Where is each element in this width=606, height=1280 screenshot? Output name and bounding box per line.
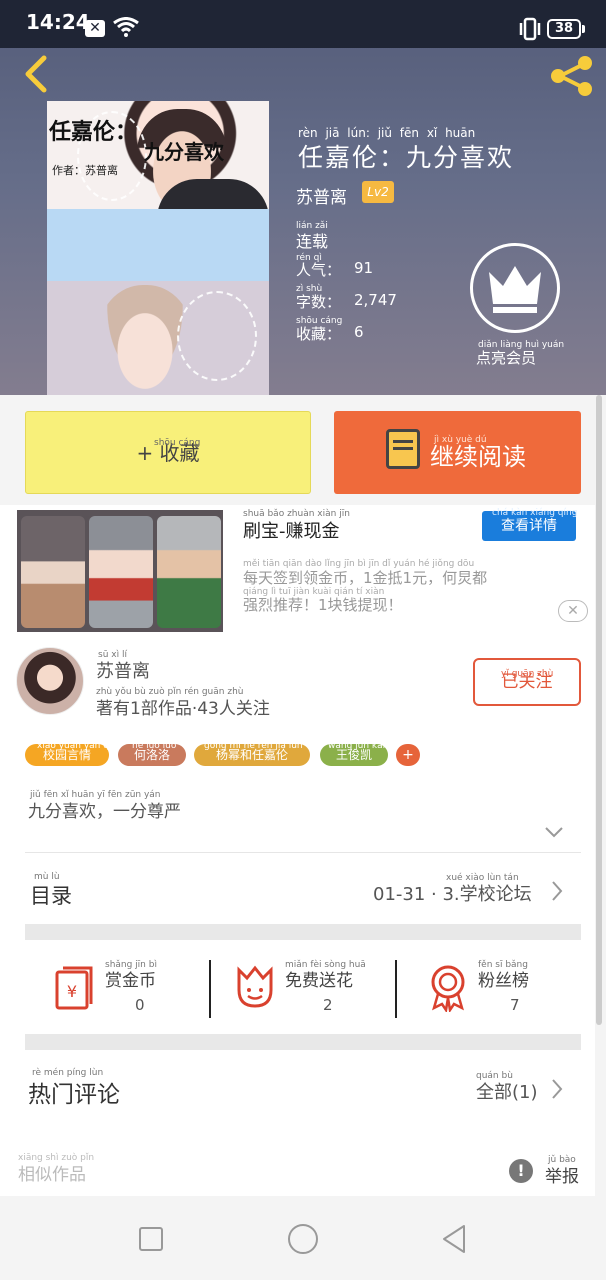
cover-author: 作者：苏普离: [52, 164, 118, 177]
catalog-latest-chapter[interactable]: 01-31 · 3.学校论坛: [373, 880, 532, 906]
vip-crown-button[interactable]: [470, 243, 560, 333]
chevron-right-icon[interactable]: [550, 1078, 564, 1100]
all-comments-link[interactable]: 全部(1): [476, 1078, 538, 1104]
tag-item[interactable]: xiào yuán yán qíng 校园言情: [25, 741, 123, 766]
book-status: 连载: [296, 232, 329, 251]
book-intro: 九分喜欢，一分尊严: [28, 802, 181, 822]
ad-detail-pinyin: chá kàn xiáng qíng: [492, 508, 578, 518]
ad-title: 刷宝-赚现金: [243, 521, 340, 542]
hot-comments-title: 热门评论: [28, 1082, 120, 1108]
words-row: 字数： 2,747: [296, 291, 397, 312]
share-icon[interactable]: [548, 56, 596, 96]
ad-desc-line-2: 强烈推荐！1块钱提现！: [243, 596, 403, 614]
tag-item[interactable]: gōng mì hé rèn jiā lún 杨幂和任嘉伦: [194, 741, 310, 766]
back-icon[interactable]: [440, 1224, 468, 1254]
free-flower-button[interactable]: miǎn fèi sòng huā 免费送花 2: [205, 960, 385, 1030]
ad-image[interactable]: [17, 510, 223, 632]
popularity-label: 人气：: [296, 261, 342, 279]
home-icon[interactable]: [287, 1223, 319, 1255]
ad-tile-2: [89, 516, 153, 628]
ad-tile-3: [157, 516, 221, 628]
support-label: 免费送花: [285, 971, 353, 991]
popularity-row: 人气： 91: [296, 259, 373, 280]
book-detail-page: 14:24 ✕ 38 任嘉伦： 九分喜欢 作者：苏普离 rèn jiā lún:…: [0, 0, 606, 1280]
favorites-label: 收藏：: [296, 325, 342, 343]
status-time: 14:24: [26, 10, 90, 34]
book-title: 任嘉伦：九分喜欢: [298, 143, 515, 172]
wifi-icon: [113, 17, 139, 37]
ad-description: měi tiān qiān dào lǐng jīn bì jīn dǐ yuá…: [243, 559, 583, 619]
reward-coins-button[interactable]: ¥ shǎng jīn bì 赏金币 0: [25, 960, 205, 1030]
read-label: 继续阅读: [430, 443, 526, 471]
ad-detail-label: 查看详情: [501, 518, 557, 534]
tag-item[interactable]: wáng jùn kǎi 王俊凯: [320, 741, 388, 766]
follow-pinyin: yǐ guān zhù: [501, 669, 554, 679]
tag-pinyin: xiào yuán yán qíng: [37, 741, 123, 751]
divider: [25, 852, 581, 853]
system-nav-bar: [0, 1196, 606, 1280]
support-label: 赏金币: [105, 971, 156, 991]
battery-tip: [582, 25, 585, 33]
coin-envelope-icon: ¥: [55, 966, 93, 1010]
book-icon: [386, 429, 420, 469]
divider: [395, 960, 397, 1018]
svg-text:¥: ¥: [67, 982, 77, 1001]
catalog-label[interactable]: 目录: [30, 880, 72, 910]
ad-banner[interactable]: shuā bǎo zhuàn xiàn jīn 刷宝-赚现金 chá kàn x…: [0, 505, 595, 640]
support-count: 0: [135, 996, 145, 1014]
ad-tile-1: [21, 516, 85, 628]
author-name[interactable]: 苏普离: [96, 657, 150, 683]
cover-dash-bottom: [177, 291, 257, 381]
tag-item[interactable]: hé luò luò 何洛洛: [118, 741, 186, 766]
tag-pinyin: wáng jùn kǎi: [328, 741, 386, 751]
tag-pinyin: gōng mì hé rèn jiā lún: [204, 741, 303, 751]
fan-ranking-button[interactable]: fěn sī bǎng 粉丝榜 7: [398, 960, 578, 1030]
cover-title-band: [47, 209, 269, 281]
cover-title-line-2: 九分喜欢: [144, 140, 224, 164]
report-link[interactable]: 举报: [545, 1162, 579, 1187]
recent-apps-icon[interactable]: [138, 1226, 164, 1252]
ad-desc-pinyin-1: měi tiān qiān dào lǐng jīn bì jīn dǐ yuá…: [243, 559, 475, 569]
notification-icon: ✕: [85, 20, 105, 37]
status-bar: 14:24 ✕ 38: [0, 0, 606, 48]
author-info: 著有1部作品·43人关注: [96, 699, 270, 719]
report-icon[interactable]: !: [509, 1159, 533, 1183]
favorites-value: 6: [354, 323, 364, 341]
follow-button[interactable]: yǐ guān zhù 已关注: [473, 658, 581, 706]
add-tag-button[interactable]: +: [396, 744, 420, 766]
words-value: 2,747: [354, 291, 397, 309]
flower-icon: [237, 965, 273, 1008]
section-separator: [25, 924, 581, 940]
chevron-right-icon[interactable]: [550, 880, 564, 902]
ad-desc-line-1: 每天签到领金币，1金抵1元，何炅都: [243, 569, 488, 587]
chevron-down-icon[interactable]: [544, 825, 564, 839]
related-works-title: 相似作品: [18, 1165, 86, 1185]
words-label: 字数：: [296, 293, 342, 311]
favorite-button[interactable]: shōu cáng + 收藏: [25, 411, 311, 494]
scrollbar[interactable]: [596, 395, 602, 1025]
support-count: 7: [510, 996, 520, 1014]
avatar[interactable]: [16, 647, 84, 715]
continue-reading-button[interactable]: jì xù yuè dú 继续阅读: [334, 411, 581, 494]
medal-icon: [431, 965, 465, 1012]
ad-close-button[interactable]: ✕: [558, 600, 588, 622]
tag-pinyin: hé luò luò: [132, 741, 177, 751]
ad-detail-button[interactable]: chá kàn xiáng qíng 查看详情: [482, 508, 578, 541]
crown-label: 点亮会员: [476, 349, 537, 367]
popularity-value: 91: [354, 259, 374, 277]
favorites-row: 收藏： 6: [296, 323, 364, 344]
battery-icon: 38: [547, 19, 581, 39]
vibrate-icon: [519, 17, 541, 41]
support-count: 2: [323, 996, 333, 1014]
crown-icon: [489, 266, 541, 313]
cover-title-line-1: 任嘉伦：: [49, 119, 138, 145]
favorite-pinyin: shōu cáng: [154, 438, 201, 448]
book-author[interactable]: 苏普离: [296, 183, 347, 208]
ad-desc-pinyin-2: qiáng lì tuī jiàn kuài qián tí xiàn: [243, 587, 385, 597]
back-arrow-icon[interactable]: [18, 54, 58, 94]
section-separator: [25, 1034, 581, 1050]
level-badge: Lv2: [362, 181, 394, 203]
support-label: 粉丝榜: [478, 971, 529, 991]
